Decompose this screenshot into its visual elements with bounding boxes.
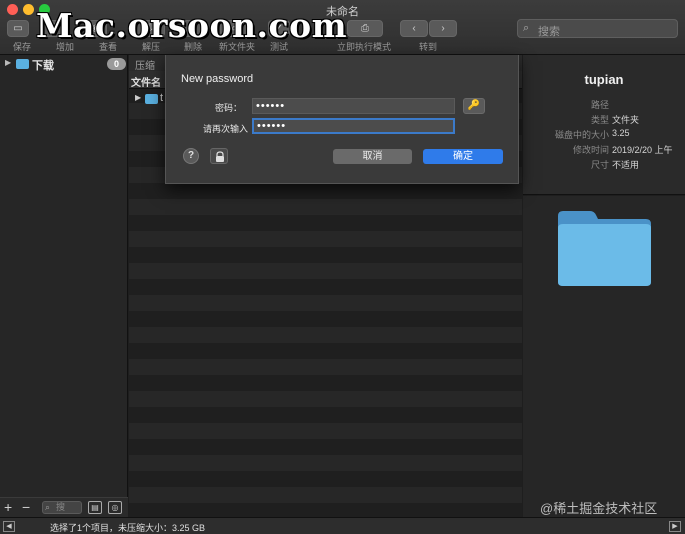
info-row-size: 磁盘中的大小 3.25: [523, 128, 685, 142]
info-panel: tupian 路径 类型 文件夹 磁盘中的大小 3.25 修改时间 2019/2…: [523, 55, 685, 195]
info-row-type: 类型 文件夹: [523, 113, 685, 127]
execute-icon: ⎙: [361, 23, 369, 34]
confirm-password-label: 请再次输入: [202, 124, 248, 134]
archive-section-label: 压缩: [135, 61, 155, 72]
key-icon[interactable]: 🔑: [463, 98, 485, 114]
new-password-dialog: New password 密码： •••••• 🔑 请再次输入 •••••• ?…: [165, 55, 519, 184]
info-key: 磁盘中的大小: [554, 130, 609, 140]
filter-placeholder: 搜: [56, 502, 66, 512]
info-key: 路径: [590, 100, 609, 110]
sidebar-item-label: 下载: [32, 60, 54, 72]
disclosure-triangle-icon[interactable]: ▶: [5, 58, 11, 67]
sidebar-filter-input[interactable]: ⌕ 搜: [42, 501, 82, 514]
preview-pane: [523, 196, 685, 517]
help-button[interactable]: ?: [183, 148, 199, 164]
info-row-dimensions: 尺寸 不适用: [523, 158, 685, 172]
credit-watermark: @稀土掘金技术社区: [540, 501, 658, 516]
info-value: 文件夹: [612, 115, 640, 125]
info-value: 2019/2/20 上午: [612, 145, 673, 155]
info-key: 类型: [590, 115, 609, 125]
back-button[interactable]: ‹: [400, 20, 428, 37]
execute-mode-button[interactable]: ⎙: [347, 20, 383, 37]
save-label: 保存: [13, 42, 32, 52]
item-name: tupian: [584, 72, 624, 87]
back-icon: ‹: [412, 23, 416, 34]
cancel-button[interactable]: 取消: [333, 149, 412, 164]
info-row-path: 路径: [523, 98, 685, 112]
scroll-right-icon[interactable]: ▶: [669, 521, 681, 532]
sidebar: ▶ 下载 0 + − ⌕ 搜 ▤ ◎: [0, 55, 128, 517]
info-key: 尺寸: [590, 160, 609, 170]
forward-icon: ›: [441, 23, 445, 34]
sidebar-footer: + − ⌕ 搜 ▤ ◎: [0, 497, 128, 517]
info-value: 不适用: [612, 160, 640, 170]
status-text: 选择了1个项目，未压缩大小：3.25 GB: [50, 523, 206, 533]
ok-button[interactable]: 确定: [423, 149, 503, 164]
remove-source-button[interactable]: −: [22, 499, 30, 515]
password-field[interactable]: ••••••: [252, 98, 455, 114]
info-value: 3.25: [612, 128, 630, 138]
save-icon: ▭: [13, 23, 23, 34]
preview-toggle-icon[interactable]: ◎: [108, 501, 122, 514]
column-header-name[interactable]: 文件名: [131, 74, 161, 89]
search-icon: ⌕: [523, 22, 530, 34]
search-field[interactable]: ⌕ 搜索: [517, 19, 678, 38]
title-bar: 未命名 ▭ ＋ ◉ ⇩ ✕ ▱ ✓ ⎙ ‹ › 保存 增加 查看 解压 删除 新…: [0, 0, 685, 55]
password-label: 密码：: [214, 103, 242, 113]
disclosure-triangle-icon[interactable]: ▶: [135, 93, 141, 102]
status-bar: ◀ 选择了1个项目，未压缩大小：3.25 GB ▶: [0, 517, 685, 534]
lock-button[interactable]: [210, 148, 228, 164]
navigate-label: 转到: [419, 42, 438, 52]
forward-button[interactable]: ›: [429, 20, 457, 37]
search-placeholder: 搜索: [538, 26, 560, 38]
sidebar-item-downloads[interactable]: ▶ 下载 0: [0, 56, 128, 72]
archive-icon[interactable]: ▤: [88, 501, 102, 514]
info-row-modified: 修改时间 2019/2/20 上午: [523, 143, 685, 157]
count-badge: 0: [107, 58, 126, 70]
confirm-password-field[interactable]: ••••••: [252, 118, 455, 134]
watermark: Mac.orsoon.com: [36, 6, 347, 45]
info-key: 修改时间: [572, 145, 609, 155]
search-icon: ⌕: [45, 502, 51, 512]
scroll-left-icon[interactable]: ◀: [3, 521, 15, 532]
save-button[interactable]: ▭: [7, 20, 29, 37]
add-source-button[interactable]: +: [4, 499, 12, 515]
folder-preview-icon: [558, 211, 651, 286]
folder-icon: [16, 59, 29, 69]
lock-icon: [216, 151, 224, 162]
dialog-title: New password: [181, 73, 254, 85]
